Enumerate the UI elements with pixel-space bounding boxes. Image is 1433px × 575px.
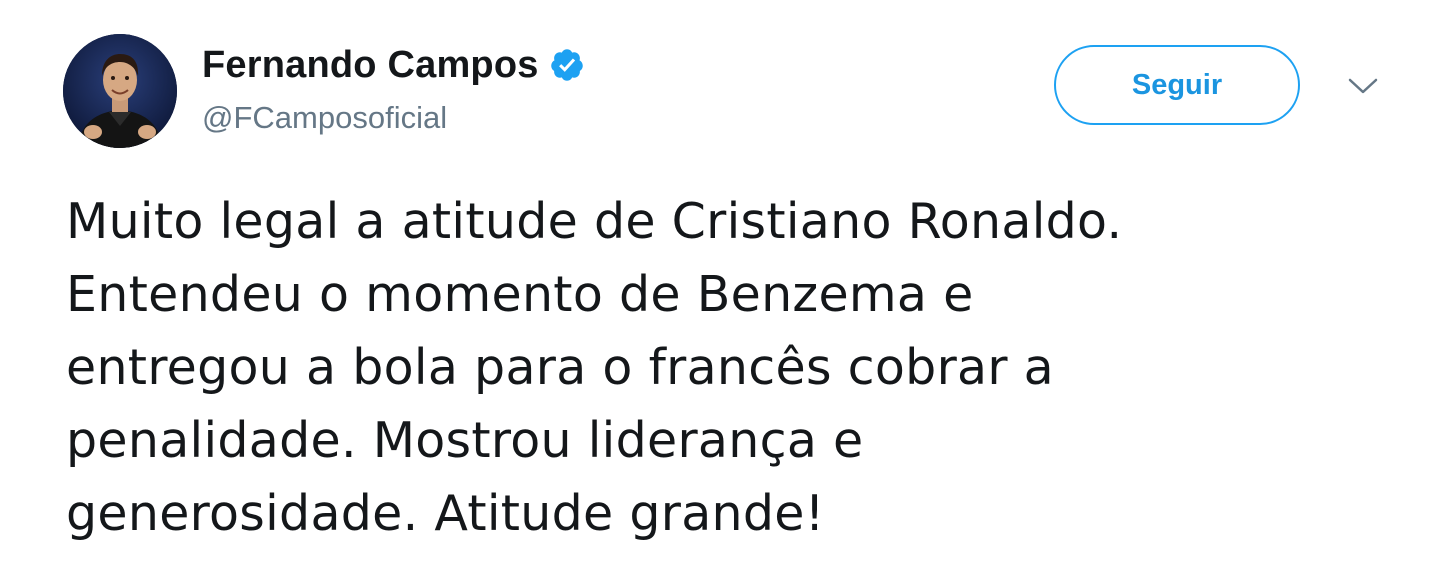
verified-badge-icon (549, 47, 585, 83)
author-handle[interactable]: @FCamposoficial (202, 100, 585, 136)
avatar[interactable] (63, 34, 177, 148)
author-block: Fernando Campos @FCamposoficial (202, 38, 585, 136)
tweet-text: Muito legal a atitude de Cristiano Ronal… (66, 193, 1123, 542)
author-display-name[interactable]: Fernando Campos (202, 44, 539, 87)
author-name-row: Fernando Campos (202, 38, 585, 92)
avatar-image (63, 34, 177, 148)
follow-button[interactable]: Seguir (1054, 45, 1300, 125)
chevron-down-icon[interactable] (1346, 74, 1380, 98)
tweet-card: Fernando Campos @FCamposoficial Seguir M… (0, 0, 1433, 575)
